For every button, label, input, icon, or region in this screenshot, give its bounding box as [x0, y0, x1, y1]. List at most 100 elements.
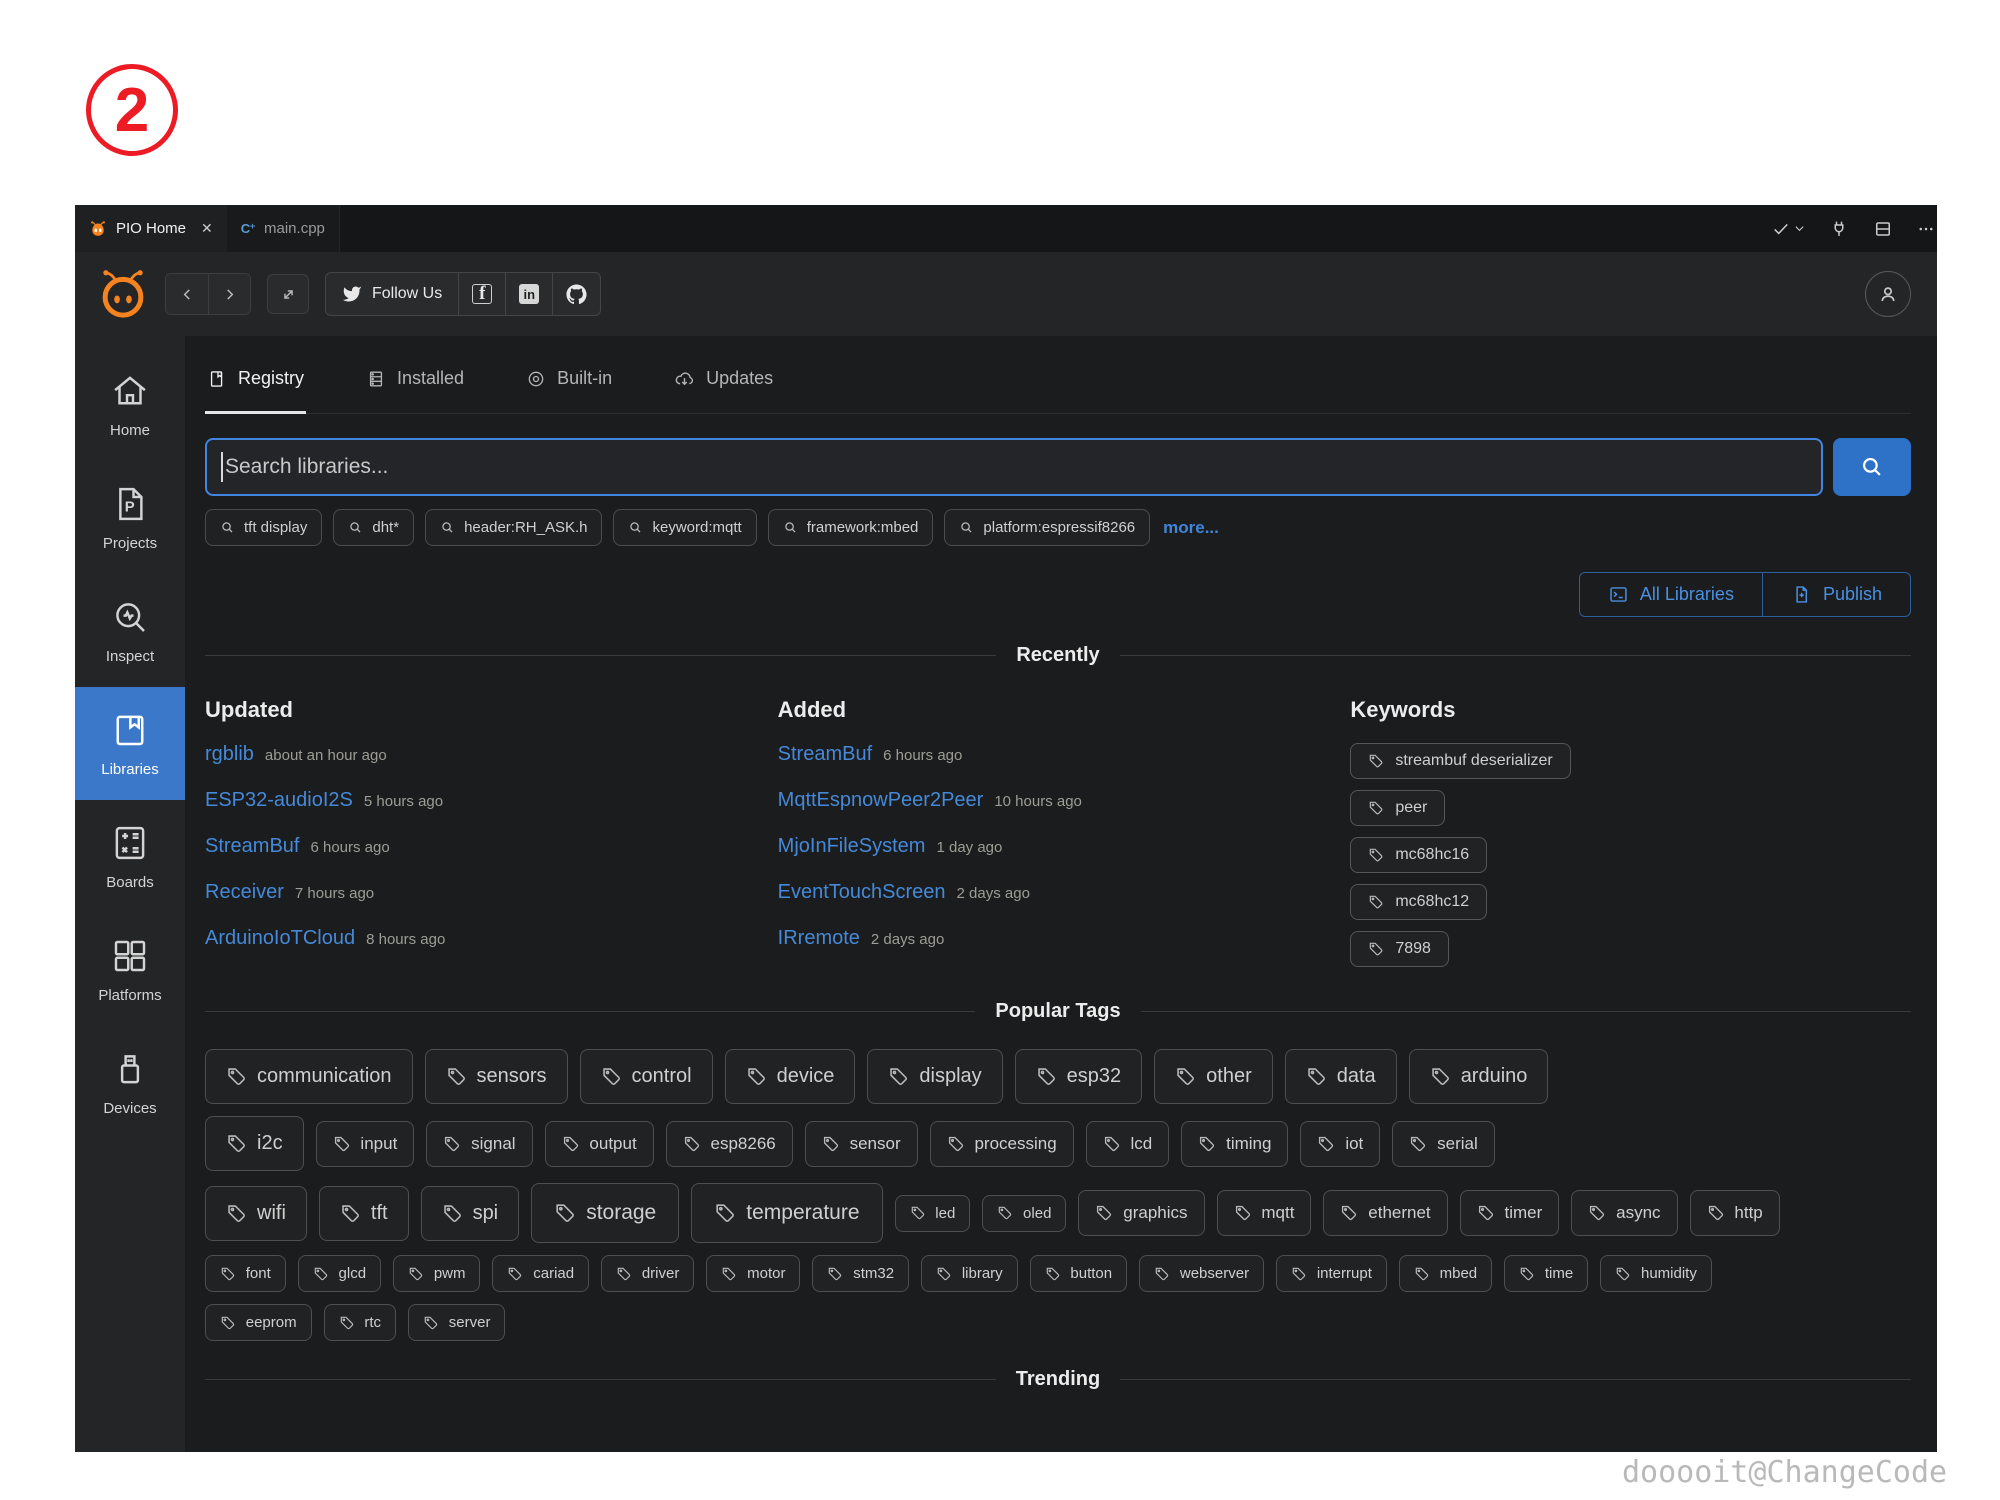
search-input[interactable]: Search libraries...	[205, 438, 1823, 496]
popular-tag-chip[interactable]: eeprom	[205, 1304, 312, 1341]
keyword-chip[interactable]: mc68hc12	[1350, 884, 1487, 920]
keyword-chip[interactable]: 7898	[1350, 931, 1449, 967]
popular-tag-chip[interactable]: mqtt	[1217, 1190, 1312, 1236]
keyword-chip[interactable]: peer	[1350, 790, 1445, 826]
popular-tag-chip[interactable]: glcd	[298, 1255, 381, 1292]
debug-plug-button[interactable]	[1829, 219, 1849, 239]
more-actions-button[interactable]	[1917, 220, 1935, 238]
popular-tag-chip[interactable]: storage	[531, 1183, 679, 1243]
forward-button[interactable]	[208, 274, 250, 314]
popular-tag-chip[interactable]: graphics	[1078, 1190, 1204, 1236]
popular-tag-chip[interactable]: arduino	[1409, 1049, 1549, 1104]
popular-tag-chip[interactable]: driver	[601, 1255, 694, 1292]
popular-tag-chip[interactable]: esp8266	[666, 1121, 793, 1167]
popular-tag-chip[interactable]: esp32	[1015, 1049, 1143, 1104]
popular-tag-chip[interactable]: i2c	[205, 1116, 304, 1171]
popular-tag-chip[interactable]: data	[1285, 1049, 1397, 1104]
popular-tag-chip[interactable]: spi	[421, 1186, 520, 1241]
library-name-link[interactable]: StreamBuf	[778, 743, 872, 765]
popular-tag-chip[interactable]: stm32	[812, 1255, 909, 1292]
library-name-link[interactable]: ArduinoIoTCloud	[205, 927, 355, 949]
popular-tag-chip[interactable]: button	[1030, 1255, 1127, 1292]
popular-tag-chip[interactable]: oled	[982, 1195, 1066, 1232]
expand-button[interactable]	[267, 274, 309, 314]
popular-tag-chip[interactable]: display	[867, 1049, 1002, 1104]
popular-tag-chip[interactable]: other	[1154, 1049, 1273, 1104]
close-icon[interactable]: ✕	[201, 220, 213, 237]
popular-tag-chip[interactable]: font	[205, 1255, 286, 1292]
tab-pio-home[interactable]: PIO Home ✕	[75, 205, 227, 252]
follow-us-button[interactable]: Follow Us	[326, 273, 458, 315]
library-name-link[interactable]: ESP32-audioI2S	[205, 789, 353, 811]
sidebar-item-boards[interactable]: Boards	[75, 800, 185, 913]
sidebar-item-inspect[interactable]: Inspect	[75, 574, 185, 687]
popular-tag-chip[interactable]: server	[408, 1304, 505, 1341]
run-task-button[interactable]	[1771, 219, 1805, 239]
popular-tag-chip[interactable]: mbed	[1399, 1255, 1492, 1292]
sidebar-item-libraries[interactable]: Libraries	[75, 687, 185, 800]
popular-tag-chip[interactable]: serial	[1392, 1121, 1494, 1167]
more-link[interactable]: more...	[1163, 518, 1219, 538]
keyword-chip[interactable]: mc68hc16	[1350, 837, 1487, 873]
sidebar-item-platforms[interactable]: Platforms	[75, 913, 185, 1026]
library-name-link[interactable]: rgblib	[205, 743, 254, 765]
library-name-link[interactable]: MqttEspnowPeer2Peer	[778, 789, 984, 811]
popular-tag-chip[interactable]: output	[545, 1121, 654, 1167]
sidebar-item-home[interactable]: Home	[75, 348, 185, 461]
popular-tag-chip[interactable]: timing	[1181, 1121, 1288, 1167]
popular-tag-chip[interactable]: timer	[1460, 1190, 1560, 1236]
github-button[interactable]	[552, 273, 600, 315]
popular-tag-chip[interactable]: async	[1571, 1190, 1677, 1236]
popular-tag-chip[interactable]: interrupt	[1276, 1255, 1387, 1292]
search-example-chip[interactable]: platform:espressif8266	[944, 509, 1150, 546]
keyword-chip[interactable]: streambuf deserializer	[1350, 743, 1570, 779]
popular-tag-chip[interactable]: webserver	[1139, 1255, 1264, 1292]
tab-built-in[interactable]: Built-in	[524, 360, 614, 413]
popular-tag-chip[interactable]: processing	[930, 1121, 1074, 1167]
popular-tag-chip[interactable]: ethernet	[1323, 1190, 1447, 1236]
all-libraries-button[interactable]: All Libraries	[1580, 573, 1762, 616]
popular-tag-chip[interactable]: humidity	[1600, 1255, 1712, 1292]
popular-tag-chip[interactable]: temperature	[691, 1183, 882, 1243]
search-button[interactable]	[1833, 438, 1911, 496]
split-editor-button[interactable]	[1873, 219, 1893, 239]
popular-tag-chip[interactable]: sensor	[805, 1121, 918, 1167]
linkedin-button[interactable]: in	[505, 273, 552, 315]
search-example-chip[interactable]: header:RH_ASK.h	[425, 509, 602, 546]
account-button[interactable]	[1865, 271, 1911, 317]
popular-tag-chip[interactable]: lcd	[1086, 1121, 1170, 1167]
library-name-link[interactable]: Receiver	[205, 881, 284, 903]
library-name-link[interactable]: MjoInFileSystem	[778, 835, 926, 857]
publish-button[interactable]: Publish	[1762, 573, 1910, 616]
tab-installed[interactable]: Installed	[364, 360, 466, 413]
search-example-chip[interactable]: keyword:mqtt	[613, 509, 756, 546]
popular-tag-chip[interactable]: cariad	[492, 1255, 589, 1292]
popular-tag-chip[interactable]: rtc	[324, 1304, 396, 1341]
popular-tag-chip[interactable]: iot	[1300, 1121, 1380, 1167]
popular-tag-chip[interactable]: library	[921, 1255, 1018, 1292]
popular-tag-chip[interactable]: time	[1504, 1255, 1588, 1292]
popular-tag-chip[interactable]: wifi	[205, 1186, 307, 1241]
popular-tag-chip[interactable]: motor	[706, 1255, 800, 1292]
library-name-link[interactable]: IRremote	[778, 927, 860, 949]
popular-tag-chip[interactable]: http	[1690, 1190, 1780, 1236]
popular-tag-chip[interactable]: pwm	[393, 1255, 480, 1292]
library-name-link[interactable]: EventTouchScreen	[778, 881, 946, 903]
popular-tag-chip[interactable]: device	[725, 1049, 856, 1104]
search-example-chip[interactable]: framework:mbed	[768, 509, 934, 546]
popular-tag-chip[interactable]: control	[580, 1049, 713, 1104]
sidebar-item-devices[interactable]: Devices	[75, 1026, 185, 1139]
search-example-chip[interactable]: tft display	[205, 509, 322, 546]
sidebar-item-projects[interactable]: P Projects	[75, 461, 185, 574]
tab-registry[interactable]: Registry	[205, 360, 306, 413]
tab-updates[interactable]: Updates	[672, 360, 775, 413]
back-button[interactable]	[166, 274, 208, 314]
popular-tag-chip[interactable]: tft	[319, 1186, 409, 1241]
popular-tag-chip[interactable]: led	[895, 1195, 971, 1232]
facebook-button[interactable]: f	[458, 273, 505, 315]
popular-tag-chip[interactable]: input	[316, 1121, 415, 1167]
library-name-link[interactable]: StreamBuf	[205, 835, 299, 857]
tab-main-cpp[interactable]: C⁺ main.cpp	[227, 205, 340, 252]
popular-tag-chip[interactable]: communication	[205, 1049, 413, 1104]
search-example-chip[interactable]: dht*	[333, 509, 414, 546]
